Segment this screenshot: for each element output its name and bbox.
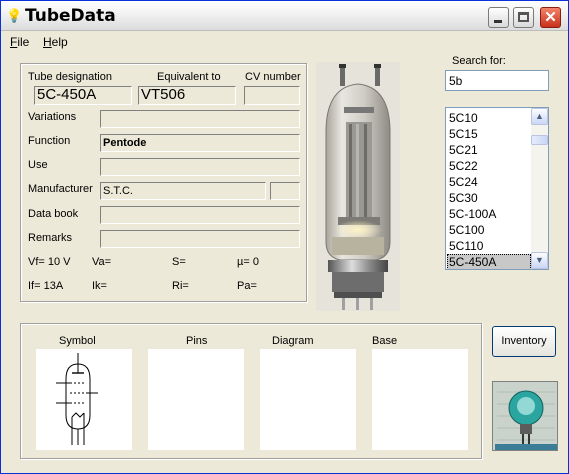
- tube-photo: [316, 62, 400, 311]
- lightbulb-icon: 💡: [6, 8, 23, 23]
- inventory-button[interactable]: Inventory: [492, 326, 556, 357]
- close-icon: ✕: [544, 9, 557, 26]
- list-item[interactable]: 5C100: [447, 222, 531, 238]
- tube-logo-icon: [493, 382, 557, 450]
- list-item[interactable]: 5C-450A: [447, 254, 531, 269]
- minimize-icon: [494, 20, 502, 23]
- list-item[interactable]: 5C24: [447, 174, 531, 190]
- symbol-label: Symbol: [59, 335, 96, 347]
- use-label: Use: [28, 159, 48, 171]
- cv-number-field[interactable]: [244, 86, 300, 105]
- list-item[interactable]: 5C-100A: [447, 206, 531, 222]
- pins-panel: [148, 349, 244, 450]
- list-item[interactable]: 5C22: [447, 158, 531, 174]
- use-field[interactable]: [100, 158, 300, 176]
- minimize-button[interactable]: [488, 7, 509, 28]
- close-button[interactable]: ✕: [540, 7, 561, 28]
- menu-file[interactable]: File: [10, 35, 29, 49]
- scroll-down-icon[interactable]: ▼: [531, 252, 548, 269]
- variations-label: Variations: [28, 111, 77, 123]
- list-item[interactable]: 5C10: [447, 110, 531, 126]
- search-input[interactable]: [445, 70, 549, 91]
- param-mu: µ= 0: [237, 256, 259, 268]
- main-window: 💡 TubeData ✕ File Help Tube designation …: [0, 0, 569, 474]
- list-item[interactable]: 5C110: [447, 238, 531, 254]
- list-item[interactable]: 5C21: [447, 142, 531, 158]
- param-va: Va=: [92, 256, 112, 268]
- scroll-thumb[interactable]: [531, 135, 548, 145]
- param-ri: Ri=: [172, 280, 189, 292]
- list-item[interactable]: 5C30: [447, 190, 531, 206]
- maximize-icon: [518, 12, 529, 22]
- tube-listbox[interactable]: 5C10 5C15 5C21 5C22 5C24 5C30 5C-100A 5C100 5C11…: [445, 107, 549, 270]
- pentode-symbol-icon: [56, 353, 98, 445]
- window-title: TubeData: [25, 6, 116, 26]
- tube-designation-label: Tube designation: [28, 71, 112, 83]
- base-label: Base: [372, 335, 398, 347]
- param-s: S=: [172, 256, 186, 268]
- symbol-panel: [36, 349, 132, 450]
- manufacturer-label: Manufacturer: [28, 183, 93, 195]
- pins-label: Pins: [186, 335, 208, 347]
- equivalent-label: Equivalent to: [157, 71, 221, 83]
- app-logo: [492, 381, 558, 451]
- diagram-panel: [260, 349, 356, 450]
- maximize-button[interactable]: [513, 7, 534, 28]
- function-label: Function: [28, 135, 71, 147]
- menu-bar: File Help: [1, 32, 568, 52]
- remarks-label: Remarks: [28, 232, 73, 244]
- menu-help[interactable]: Help: [43, 35, 68, 49]
- diagram-label: Diagram: [272, 335, 314, 347]
- base-panel: [372, 349, 468, 450]
- scroll-up-icon[interactable]: ▲: [531, 108, 548, 125]
- param-pa: Pa=: [237, 280, 257, 292]
- search-label: Search for:: [452, 55, 506, 67]
- param-ik: Ik=: [92, 280, 107, 292]
- manufacturer-code-field[interactable]: [270, 182, 300, 200]
- vacuum-tube-image: [316, 62, 400, 311]
- param-vf: Vf= 10 V: [28, 256, 71, 268]
- list-item[interactable]: 5C15: [447, 126, 531, 142]
- cv-number-label: CV number: [245, 71, 301, 83]
- data-book-field[interactable]: [100, 206, 300, 224]
- manufacturer-field[interactable]: S.T.C.: [100, 182, 266, 200]
- title-bar[interactable]: 💡 TubeData ✕: [1, 1, 568, 31]
- equivalent-field[interactable]: VT506: [138, 86, 236, 105]
- variations-field[interactable]: [100, 110, 300, 128]
- data-book-label: Data book: [28, 208, 79, 220]
- tube-designation-field[interactable]: 5C-450A: [34, 86, 132, 105]
- function-field[interactable]: Pentode: [100, 134, 300, 152]
- listbox-scrollbar[interactable]: ▲ ▼: [531, 108, 548, 269]
- remarks-field[interactable]: [100, 230, 300, 248]
- param-if: If= 13A: [28, 280, 64, 292]
